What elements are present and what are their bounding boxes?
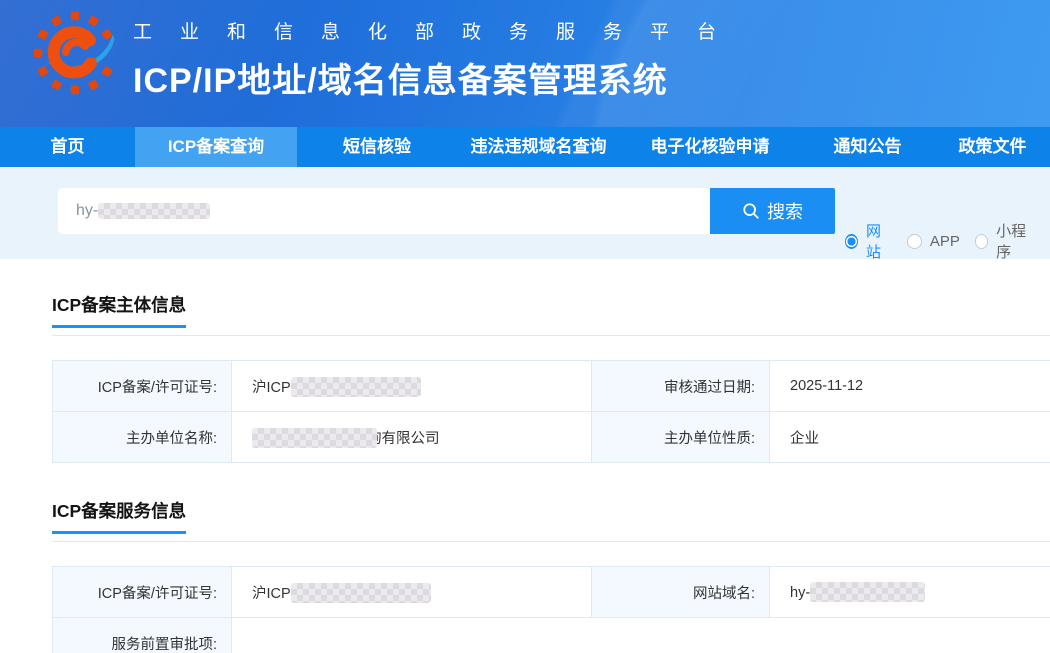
radio-app-label: APP [930, 233, 960, 250]
icp-license-prefix: 沪ICP [252, 380, 291, 396]
subject-section-title: ICP备案主体信息 [52, 292, 186, 328]
radio-app[interactable]: APP [907, 233, 960, 250]
nav-item-illegal-domain-query[interactable]: 违法违规域名查询 [457, 127, 620, 167]
main-nav: 首页 ICP备案查询 短信核验 违法违规域名查询 电子化核验申请 通知公告 政策… [0, 127, 1050, 167]
radio-app-circle [907, 234, 922, 249]
system-title: ICP/IP地址/域名信息备案管理系统 [133, 53, 744, 102]
table-row: 服务前置审批项: [53, 618, 1050, 653]
redacted-license-blur [291, 377, 421, 397]
website-domain-value: hy- [770, 567, 1050, 618]
nav-item-e-verify-apply[interactable]: 电子化核验申请 [620, 127, 800, 167]
search-icon [742, 202, 760, 220]
website-domain-prefix: hy- [790, 585, 810, 601]
pre-approval-value [232, 618, 1050, 653]
subject-info-table: ICP备案/许可证号: 沪ICP 审核通过日期: 2025-11-12 主办单位… [52, 360, 1050, 463]
radio-miniprogram[interactable]: 小程序 [975, 220, 1035, 262]
search-query-text: hy- [76, 202, 98, 220]
nav-item-home[interactable]: 首页 [0, 127, 135, 167]
service-icp-license-prefix: 沪ICP [252, 586, 291, 602]
miit-gear-logo [33, 11, 117, 95]
table-row: ICP备案/许可证号: 沪ICP 审核通过日期: 2025-11-12 [53, 361, 1050, 412]
section-divider [52, 541, 1050, 542]
website-domain-label: 网站域名: [592, 567, 770, 618]
organizer-nature-label: 主办单位性质: [592, 412, 770, 463]
service-icp-license-value: 沪ICP [232, 567, 592, 618]
table-row: ICP备案/许可证号: 沪ICP 网站域名: hy- [53, 567, 1050, 618]
search-button[interactable]: 搜索 [710, 188, 835, 234]
service-section-title: ICP备案服务信息 [52, 498, 186, 534]
service-icp-license-label: ICP备案/许可证号: [53, 567, 232, 618]
search-type-options: 网站 APP 小程序 [845, 220, 1050, 262]
service-info-table: ICP备案/许可证号: 沪ICP 网站域名: hy- 服务前置审批项: [52, 566, 1050, 653]
redacted-query-blur [98, 203, 210, 219]
radio-miniprogram-circle [975, 234, 988, 249]
approval-date-label: 审核通过日期: [592, 361, 770, 412]
pre-approval-label: 服务前置审批项: [53, 618, 232, 653]
section-divider [52, 335, 1050, 336]
redacted-name-blur [252, 428, 377, 448]
redacted-domain-blur [810, 582, 925, 602]
organizer-nature-value: 企业 [770, 412, 1050, 463]
approval-date-value: 2025-11-12 [770, 361, 1050, 412]
nav-item-policy-docs[interactable]: 政策文件 [935, 127, 1050, 167]
redacted-service-license-blur [291, 583, 431, 603]
organizer-name-value: 询有限公司 [232, 412, 592, 463]
search-button-label: 搜索 [767, 198, 803, 224]
nav-item-sms-verify[interactable]: 短信核验 [297, 127, 457, 167]
table-row: 主办单位名称: 询有限公司 主办单位性质: 企业 [53, 412, 1050, 463]
icp-license-value: 沪ICP [232, 361, 592, 412]
radio-website[interactable]: 网站 [845, 220, 892, 262]
platform-title: 工业和信息化部政务服务平台 [133, 17, 744, 44]
icp-license-label: ICP备案/许可证号: [53, 361, 232, 412]
service-info-section: ICP备案服务信息 ICP备案/许可证号: 沪ICP 网站域名: hy- 服务前… [52, 498, 1050, 653]
radio-website-circle [845, 234, 858, 249]
search-band: hy- 搜索 网站 APP 小程序 [0, 167, 1050, 259]
site-header: 工业和信息化部政务服务平台 ICP/IP地址/域名信息备案管理系统 [0, 0, 1050, 127]
search-input[interactable]: hy- [58, 188, 710, 234]
subject-info-section: ICP备案主体信息 ICP备案/许可证号: 沪ICP 审核通过日期: 2025-… [52, 292, 1050, 463]
nav-item-notices[interactable]: 通知公告 [800, 127, 935, 167]
radio-website-label: 网站 [866, 220, 892, 262]
nav-item-icp-query[interactable]: ICP备案查询 [135, 127, 297, 167]
radio-miniprogram-label: 小程序 [996, 220, 1035, 262]
organizer-name-label: 主办单位名称: [53, 412, 232, 463]
organizer-name-suffix: 询有限公司 [367, 431, 440, 447]
